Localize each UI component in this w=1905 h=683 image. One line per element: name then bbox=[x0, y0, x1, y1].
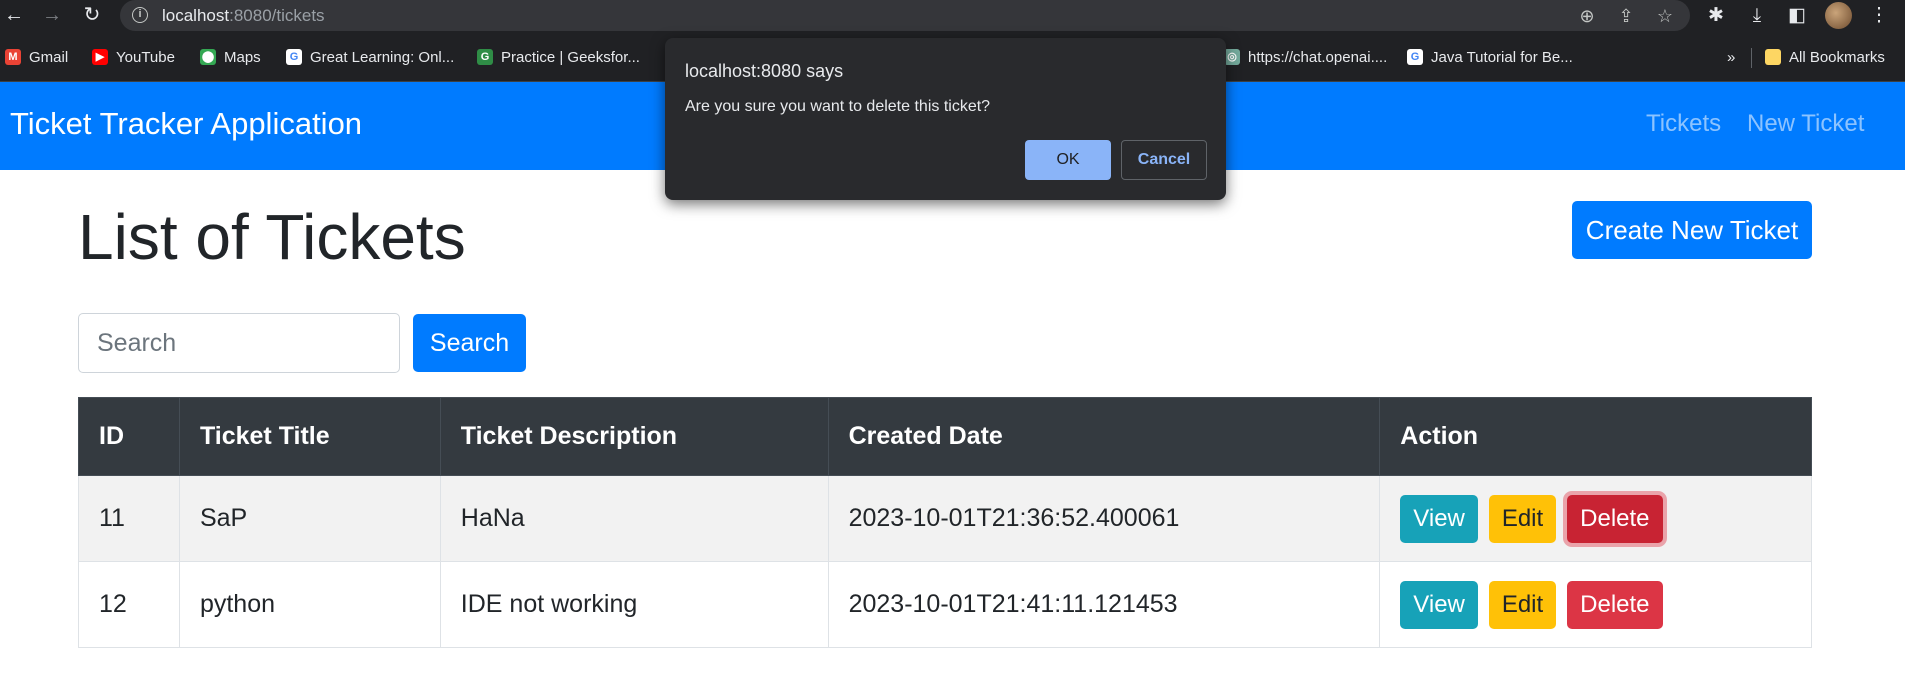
column-header-id: ID bbox=[78, 397, 180, 476]
bookmark-openai[interactable]: ◎ https://chat.openai.... bbox=[1224, 47, 1387, 67]
table-row: 11 SaP HaNa 2023-10-01T21:36:52.400061 V… bbox=[78, 475, 1812, 562]
bookmark-label: All Bookmarks bbox=[1789, 48, 1885, 66]
cell-created-date: 2023-10-01T21:36:52.400061 bbox=[827, 475, 1381, 562]
search-input[interactable] bbox=[78, 313, 400, 373]
bookmark-geeksforgeeks[interactable]: G Practice | Geeksfor... bbox=[477, 47, 640, 67]
table-header-row: ID Ticket Title Ticket Description Creat… bbox=[78, 397, 1812, 476]
bookmark-label: https://chat.openai.... bbox=[1248, 48, 1388, 66]
view-button[interactable]: View bbox=[1400, 494, 1478, 543]
delete-button[interactable]: Delete bbox=[1567, 494, 1663, 543]
nav-link-tickets[interactable]: Tickets bbox=[1646, 110, 1721, 138]
edit-button[interactable]: Edit bbox=[1488, 494, 1557, 543]
openai-icon: ◎ bbox=[1224, 49, 1240, 65]
column-header-action: Action bbox=[1379, 397, 1812, 476]
delete-button[interactable]: Delete bbox=[1567, 580, 1663, 629]
bookmark-great-learning[interactable]: G Great Learning: Onl... bbox=[286, 47, 454, 67]
cell-title: python bbox=[178, 561, 441, 648]
column-header-created-date: Created Date bbox=[827, 397, 1381, 476]
menu-dots-icon[interactable]: ⋮ bbox=[1866, 3, 1892, 29]
cell-id: 11 bbox=[78, 475, 180, 562]
chevron-double-right-icon: » bbox=[1727, 48, 1736, 66]
table-row: 12 python IDE not working 2023-10-01T21:… bbox=[78, 561, 1812, 648]
bookmark-youtube[interactable]: ▶ YouTube bbox=[92, 47, 175, 67]
cell-actions: View Edit Delete bbox=[1379, 561, 1812, 648]
navbar-brand[interactable]: Ticket Tracker Application bbox=[10, 106, 362, 142]
youtube-icon: ▶ bbox=[92, 49, 108, 65]
nav-link-new-ticket[interactable]: New Ticket bbox=[1747, 110, 1864, 138]
bookmark-java-tutorial[interactable]: G Java Tutorial for Be... bbox=[1407, 47, 1573, 67]
view-button[interactable]: View bbox=[1400, 580, 1478, 629]
browser-toolbar: ← → ↻ i localhost:8080/tickets ⊕ ⇪ ☆ ✱ ⤓… bbox=[0, 0, 1905, 31]
page-title: List of Tickets bbox=[78, 201, 466, 273]
dialog-ok-button[interactable]: OK bbox=[1025, 140, 1111, 180]
bookmark-label: Java Tutorial for Be... bbox=[1431, 48, 1573, 66]
cell-created-date: 2023-10-01T21:41:11.121453 bbox=[827, 561, 1381, 648]
confirm-dialog: localhost:8080 says Are you sure you wan… bbox=[665, 38, 1226, 200]
bookmark-maps[interactable]: ⬤ Maps bbox=[200, 47, 261, 67]
profile-avatar[interactable] bbox=[1825, 2, 1852, 29]
gmail-icon: M bbox=[5, 49, 21, 65]
more-bookmarks-button[interactable]: » bbox=[1727, 47, 1735, 67]
zoom-icon[interactable]: ⊕ bbox=[1575, 4, 1599, 28]
maps-icon: ⬤ bbox=[200, 49, 216, 65]
bookmark-label: Practice | Geeksfor... bbox=[501, 48, 640, 66]
download-icon[interactable]: ⤓ bbox=[1744, 3, 1770, 29]
cell-id: 12 bbox=[78, 561, 180, 648]
all-bookmarks-button[interactable]: All Bookmarks bbox=[1765, 47, 1885, 67]
reload-icon[interactable]: ↻ bbox=[78, 2, 106, 28]
cell-actions: View Edit Delete bbox=[1379, 475, 1812, 562]
site-info-icon[interactable]: i bbox=[132, 7, 148, 23]
extensions-icon[interactable]: ✱ bbox=[1703, 3, 1729, 29]
bookmark-label: Great Learning: Onl... bbox=[310, 48, 455, 66]
dialog-title: localhost:8080 says bbox=[685, 61, 844, 81]
bookmark-gmail[interactable]: M Gmail bbox=[5, 47, 68, 67]
cell-description: HaNa bbox=[439, 475, 829, 562]
bookmark-label: Maps bbox=[224, 48, 261, 66]
geeksforgeeks-icon: G bbox=[477, 49, 493, 65]
dialog-cancel-button[interactable]: Cancel bbox=[1121, 140, 1207, 180]
search-button[interactable]: Search bbox=[413, 314, 526, 372]
edit-button[interactable]: Edit bbox=[1488, 580, 1557, 629]
google-icon: G bbox=[286, 49, 302, 65]
bookmark-label: Gmail bbox=[29, 48, 69, 66]
url-text[interactable]: localhost:8080/tickets bbox=[162, 6, 325, 26]
folder-icon bbox=[1765, 49, 1781, 65]
create-new-ticket-button[interactable]: Create New Ticket bbox=[1572, 201, 1812, 259]
dialog-message: Are you sure you want to delete this tic… bbox=[685, 98, 991, 115]
column-header-title: Ticket Title bbox=[178, 397, 441, 476]
back-arrow-icon[interactable]: ← bbox=[0, 2, 28, 28]
tickets-table: ID Ticket Title Ticket Description Creat… bbox=[78, 397, 1812, 648]
google-icon: G bbox=[1407, 49, 1423, 65]
bookmark-label: YouTube bbox=[116, 48, 175, 66]
bookmark-star-icon[interactable]: ☆ bbox=[1653, 4, 1677, 28]
side-panel-icon[interactable]: ◧ bbox=[1784, 3, 1810, 29]
forward-arrow-icon[interactable]: → bbox=[38, 2, 66, 28]
column-header-description: Ticket Description bbox=[439, 397, 829, 476]
bookmarks-divider bbox=[1751, 48, 1752, 68]
share-icon[interactable]: ⇪ bbox=[1614, 4, 1638, 28]
address-bar[interactable]: i localhost:8080/tickets ⊕ ⇪ ☆ bbox=[120, 0, 1690, 31]
cell-description: IDE not working bbox=[439, 561, 829, 648]
cell-title: SaP bbox=[178, 475, 441, 562]
